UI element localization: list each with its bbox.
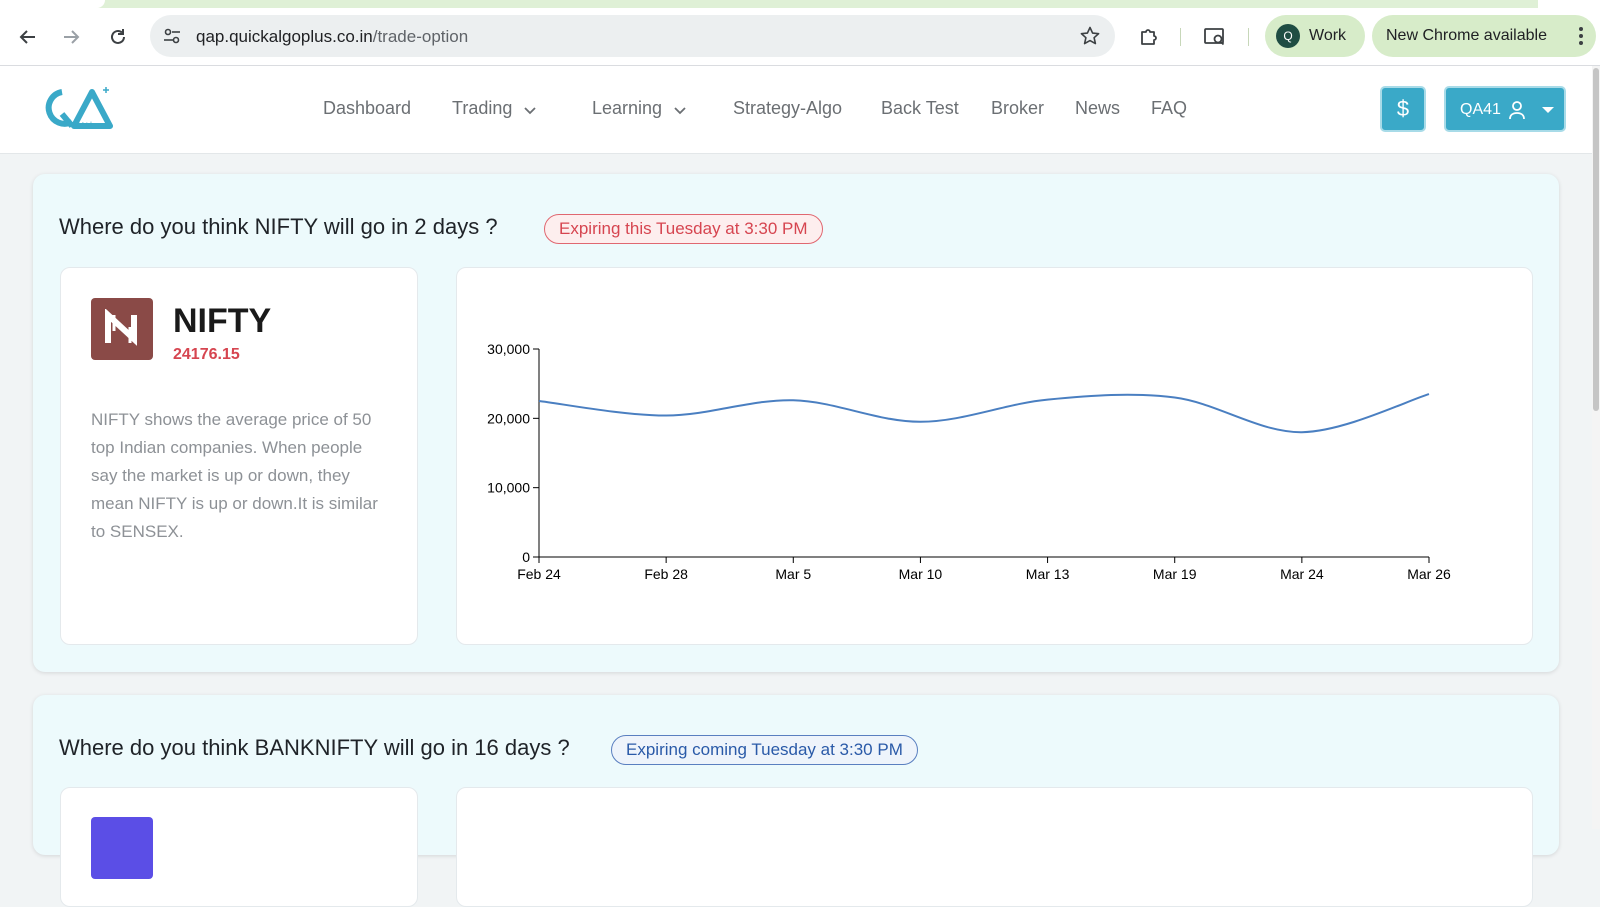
nav-label: News [1075, 98, 1121, 118]
y-tick-label: 20,000 [487, 410, 530, 426]
nav-label: Trading [452, 98, 513, 118]
scrollbar-thumb[interactable] [1593, 68, 1599, 411]
nav-label: FAQ [1151, 98, 1188, 118]
nav-dashboard[interactable]: Dashboard [323, 98, 411, 119]
y-tick-label: 30,000 [487, 341, 530, 357]
user-label: QA41 [1460, 101, 1501, 118]
nav-strategy-algo[interactable]: Strategy-Algo [733, 98, 842, 119]
x-tick-label: Mar 10 [899, 566, 943, 582]
x-tick-label: Mar 13 [1026, 566, 1070, 582]
index-name: NIFTY [173, 302, 272, 340]
reload-button[interactable] [103, 22, 133, 52]
browser-toolbar: qap.quickalgoplus.co.in/trade-option Q W… [0, 8, 1600, 66]
lens-search-button[interactable] [1202, 24, 1228, 50]
banknifty-prediction-section: Where do you think BANKNIFTY will go in … [33, 695, 1559, 907]
profile-avatar: Q [1276, 24, 1300, 48]
y-tick-label: 0 [522, 549, 530, 565]
index-description: NIFTY shows the average price of 50 top … [91, 410, 378, 541]
dollar-icon: $ [1396, 96, 1410, 121]
nifty-logo [91, 298, 153, 360]
arrow-left-icon [19, 30, 35, 44]
more-vert-icon [1578, 25, 1584, 52]
extensions-button[interactable] [1136, 24, 1162, 50]
forward-button[interactable] [56, 22, 86, 52]
reload-icon [111, 29, 125, 44]
section-title: Where do you think NIFTY will go in 2 da… [59, 214, 498, 239]
x-tick-label: Mar 24 [1280, 566, 1324, 582]
nav-trading[interactable]: Trading [452, 98, 537, 120]
nifty-price-line [538, 393, 1430, 434]
wallet-button[interactable]: $ [1380, 86, 1426, 132]
url-text[interactable]: qap.quickalgoplus.co.in/trade-option [196, 27, 468, 47]
price-line-chart: 0 10,000 20,000 30,000 Feb 24 Feb 28 Mar 5 Mar … [487, 341, 1451, 582]
site-header: Pvt.Ltd Dashboard Trading Learning Strat… [0, 66, 1592, 154]
user-menu-button[interactable]: QA41 [1444, 86, 1566, 132]
section-title: Where do you think BANKNIFTY will go in … [59, 735, 570, 760]
tab-strip-edge [1538, 0, 1600, 8]
toolbar-separator [1180, 28, 1181, 46]
price-chart-card: 0 10,000 20,000 30,000 Feb 24 Feb 28 Mar 5 Mar … [456, 267, 1533, 645]
site-logo[interactable]: Pvt.Ltd [40, 84, 116, 134]
nav-label: Dashboard [323, 98, 412, 118]
arrow-right-icon [64, 30, 80, 44]
active-tab-edge[interactable] [0, 0, 105, 8]
address-bar[interactable]: qap.quickalgoplus.co.in/trade-option [150, 15, 1115, 57]
update-label: New Chrome available [1386, 27, 1547, 44]
index-info-card [60, 787, 418, 907]
nav-label: Learning [592, 98, 663, 118]
back-button[interactable] [13, 22, 43, 52]
x-tick-label: Mar 5 [775, 566, 811, 582]
toolbar-separator [1248, 28, 1249, 46]
profile-label: Work [1309, 27, 1347, 44]
x-tick-label: Mar 19 [1153, 566, 1197, 582]
caret-down-icon [1542, 107, 1554, 113]
update-chrome-button[interactable]: New Chrome available [1372, 15, 1596, 57]
expiry-badge: Expiring this Tuesday at 3:30 PM [544, 214, 823, 244]
nifty-n-icon [105, 309, 137, 346]
nifty-prediction-section: Where do you think NIFTY will go in 2 da… [33, 174, 1559, 672]
price-chart-card [456, 787, 1533, 907]
bookmark-star-icon[interactable] [1079, 25, 1101, 52]
nav-learning[interactable]: Learning [592, 98, 686, 120]
x-tick-label: Feb 28 [644, 566, 688, 582]
x-tick-label: Feb 24 [517, 566, 561, 582]
url-path: /trade-option [372, 27, 469, 46]
nav-label: Broker [991, 98, 1045, 118]
url-host: qap.quickalgoplus.co.in [196, 27, 373, 46]
nav-label: Back Test [881, 98, 959, 118]
x-tick-label: Mar 26 [1407, 566, 1451, 582]
y-tick-label: 10,000 [487, 480, 530, 496]
nav-label: Strategy-Algo [733, 98, 843, 118]
index-info-card: NIFTY 24176.15 NIFTY shows the average p… [60, 267, 418, 645]
page-scrollbar[interactable] [1592, 66, 1600, 829]
logo-subtext: Pvt.Ltd [70, 122, 92, 129]
nav-news[interactable]: News [1075, 98, 1120, 119]
index-price: 24176.15 [173, 346, 240, 363]
puzzle-icon [1141, 29, 1157, 45]
nav-back-test[interactable]: Back Test [881, 98, 959, 119]
banknifty-logo [91, 817, 153, 879]
chevron-down-icon [674, 99, 686, 120]
profile-chip[interactable]: Q Work [1265, 15, 1365, 57]
screen-search-icon [1204, 28, 1225, 46]
nav-faq[interactable]: FAQ [1151, 98, 1187, 119]
site-settings-icon[interactable] [162, 26, 182, 51]
nav-broker[interactable]: Broker [991, 98, 1044, 119]
user-icon [1508, 100, 1526, 125]
tab-strip [0, 0, 1600, 8]
chevron-down-icon [524, 99, 537, 120]
expiry-badge: Expiring coming Tuesday at 3:30 PM [611, 735, 918, 765]
